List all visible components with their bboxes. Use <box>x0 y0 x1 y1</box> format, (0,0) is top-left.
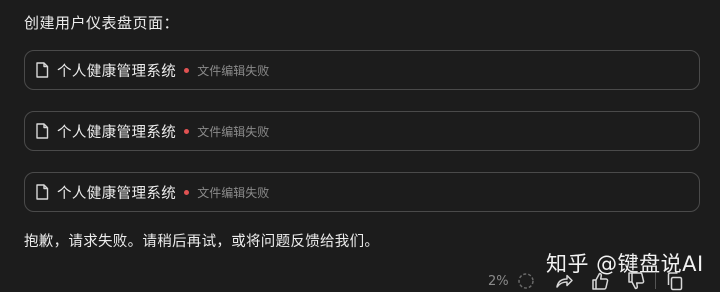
error-status-dot <box>184 189 190 195</box>
file-name: 个人健康管理系统 <box>57 124 177 141</box>
file-card[interactable]: 个人健康管理系统 文件编辑失败 <box>24 172 700 212</box>
file-status: 文件编辑失败 <box>197 124 270 139</box>
thumbs-up-icon[interactable] <box>589 270 611 292</box>
error-message: 抱歉，请求失败。请稍后再试，或将问题反馈给我们。 <box>24 234 380 250</box>
progress-text: 2% <box>488 273 509 289</box>
response-heading: 创建用户仪表盘页面： <box>24 14 180 32</box>
document-icon <box>35 184 49 200</box>
file-status: 文件编辑失败 <box>197 185 270 200</box>
copy-icon[interactable] <box>664 270 686 292</box>
share-icon[interactable] <box>553 270 575 292</box>
document-icon <box>35 123 49 139</box>
thumbs-down-icon[interactable] <box>625 270 647 292</box>
error-status-dot <box>184 128 190 134</box>
file-card[interactable]: 个人健康管理系统 文件编辑失败 <box>24 111 700 151</box>
file-card[interactable]: 个人健康管理系统 文件编辑失败 <box>24 50 700 90</box>
loading-ring-icon <box>515 270 537 292</box>
toolbar-divider <box>654 273 656 289</box>
file-name: 个人健康管理系统 <box>57 63 177 80</box>
file-status: 文件编辑失败 <box>197 63 270 78</box>
file-name: 个人健康管理系统 <box>57 185 177 202</box>
chat-response: 创建用户仪表盘页面： 个人健康管理系统 文件编辑失败 个人健康管理系统 文件编辑… <box>0 0 720 292</box>
error-status-dot <box>184 67 190 73</box>
document-icon <box>35 62 49 78</box>
response-toolbar: 2% <box>488 270 686 292</box>
